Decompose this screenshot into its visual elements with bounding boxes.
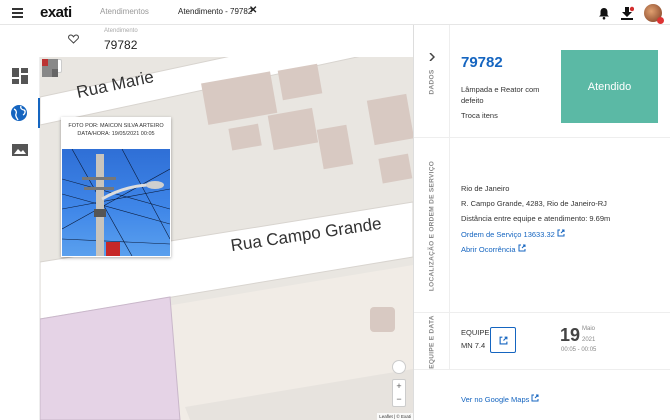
team-open-button[interactable] [490,327,516,353]
map-view[interactable]: Rua Marie Rua Campo Grande FOTO POR: MAI… [40,57,413,420]
external-link-icon [499,336,507,344]
date-day: 19 [560,325,581,345]
team-value: MN 7.4 [461,341,486,350]
globe-icon [11,105,27,121]
external-link-icon [531,394,539,402]
zoom-in-icon[interactable]: + [396,381,401,391]
zoom-control[interactable]: + − [392,379,406,407]
photo-popup: FOTO POR: MAICON SILVA ARTEIRO DATA/HORA… [61,117,171,257]
date-month: Maio [582,326,596,332]
section-equipe: EQUIPE E DATA [414,313,670,370]
open-occurrence-link[interactable]: Abrir Ocorrência [461,244,526,254]
nav-gallery[interactable] [0,135,40,165]
external-link-icon [557,229,565,237]
service-order-link[interactable]: Ordem de Serviço 13633.32 [461,229,565,239]
details-panel: DADOS 79782 Lâmpada e Reator com defeito… [413,25,670,420]
popup-photographer: FOTO POR: MAICON SILVA ARTEIRO [68,123,164,129]
status-badge: Atendido [561,50,658,123]
date-time: 00:05 - 00:05 [561,347,597,353]
subheader-number: 79782 [104,38,138,52]
map-attribution: Leaflet | © Exati [377,413,413,420]
popup-datetime: DATA/HORA: 19/05/2021 00:05 [77,131,155,137]
download-icon[interactable] [620,6,634,20]
location-city: Rio de Janeiro [461,184,510,193]
nav-map[interactable] [0,98,40,128]
nav-dashboard[interactable] [0,61,40,91]
menu-icon[interactable] [12,8,23,18]
google-maps-link[interactable]: Ver no Google Maps [461,394,539,404]
location-distance: Distância entre equipe e atendimento: 9.… [461,214,611,223]
team-label: EQUIPE [461,328,490,337]
dashboard-icon [12,68,28,84]
left-nav [0,57,40,420]
section-dados-label: DADOS [428,69,436,94]
image-icon [12,144,28,156]
section-localizacao: LOCALIZAÇÃO E ORDEM DE SERVIÇO Rio de Ja… [414,138,670,313]
tab-atendimentos[interactable]: Atendimentos [100,7,149,16]
section-dados: DADOS 79782 Lâmpada e Reator com defeito… [414,25,670,138]
user-avatar[interactable] [644,4,664,24]
section-equipe-label: EQUIPE E DATA [428,314,436,369]
bell-icon[interactable] [598,7,610,20]
atendimento-description: Lâmpada e Reator com defeito [461,85,540,105]
app-logo: exati [40,4,72,21]
tab-atendimento-detail[interactable]: Atendimento - 79782 [178,7,252,16]
external-link-icon [518,244,526,252]
favorite-icon[interactable] [68,34,79,44]
atendimento-action: Troca itens [461,111,498,120]
top-bar: exati Atendimentos Atendimento - 79782 ✕ [0,0,670,25]
atendimento-number: 79782 [461,54,503,71]
subheader-label: Atendimento [104,28,138,34]
layers-button[interactable] [392,360,406,374]
chevron-right-icon[interactable] [429,53,435,61]
section-localizacao-label: LOCALIZAÇÃO E ORDEM DE SERVIÇO [428,160,436,291]
location-marker-icon[interactable] [40,57,60,79]
date-year: 2021 [582,337,596,343]
close-tab-icon[interactable]: ✕ [249,5,257,16]
zoom-out-icon[interactable]: − [396,394,401,404]
location-address: R. Campo Grande, 4283, Rio de Janeiro-RJ [461,199,607,208]
pole-photo[interactable] [62,149,170,256]
